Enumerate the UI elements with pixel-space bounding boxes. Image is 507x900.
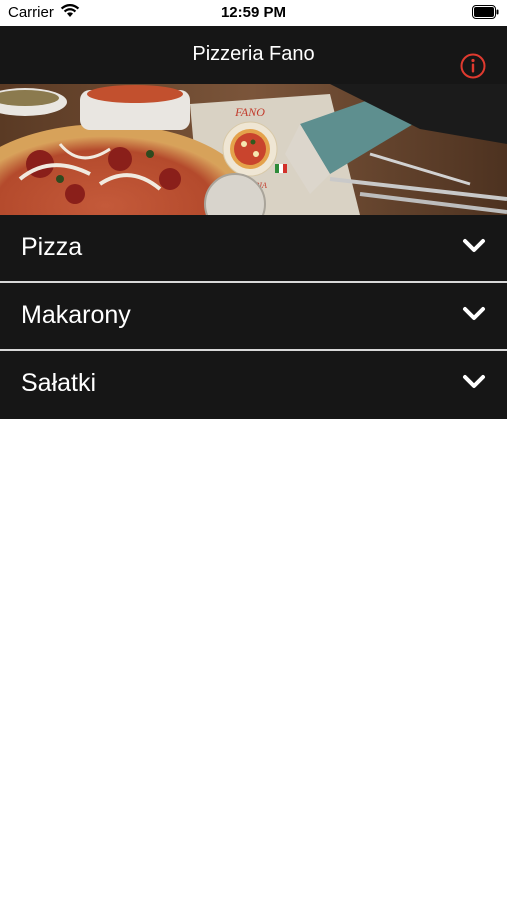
navigation-bar: Pizzeria Fano [0, 26, 507, 84]
category-label: Sałatki [21, 369, 97, 397]
chevron-down-icon [463, 375, 485, 388]
info-button[interactable] [459, 52, 487, 80]
pizza-banner-illustration: FANO PIZZERIA [0, 84, 507, 215]
chevron-down-icon [463, 307, 485, 320]
status-bar: Carrier 12:59 PM [0, 0, 507, 26]
category-row-salatki[interactable]: Sałatki [0, 351, 507, 419]
banner-image: FANO PIZZERIA [0, 84, 507, 215]
category-label: Makarony [21, 301, 131, 329]
banner-logo-top-text: FANO [234, 105, 265, 119]
status-time: 12:59 PM [220, 4, 287, 21]
battery-icon [472, 5, 499, 19]
category-row-makarony[interactable]: Makarony [0, 283, 507, 351]
category-label: Pizza [21, 233, 83, 261]
chevron-down-icon [463, 239, 485, 252]
category-row-pizza[interactable]: Pizza [0, 215, 507, 283]
page-title: Pizzeria Fano [192, 43, 315, 65]
category-list: Pizza Makarony Sałatki [0, 215, 507, 419]
